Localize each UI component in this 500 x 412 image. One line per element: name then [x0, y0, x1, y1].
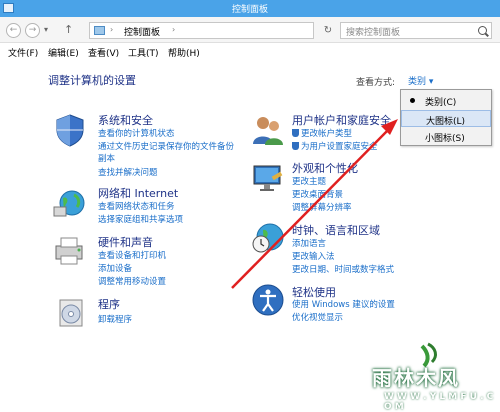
- back-arrow-icon[interactable]: ←: [6, 23, 21, 38]
- page-title: 调整计算机的设置: [48, 74, 136, 87]
- breadcrumb-separator-icon[interactable]: ›: [172, 25, 175, 34]
- up-arrow-icon[interactable]: ↑: [64, 23, 73, 36]
- link-add-device[interactable]: 添加设备: [98, 262, 132, 274]
- category-clock-language-region-title[interactable]: 时钟、语言和区域: [292, 222, 380, 238]
- view-by-label: 查看方式:: [356, 78, 396, 88]
- dropdown-item-large-icons[interactable]: 大图标(L): [401, 110, 491, 127]
- refresh-icon[interactable]: ↻: [320, 23, 336, 38]
- view-by-select[interactable]: 类别 ▾: [408, 74, 433, 87]
- watermark-logo: 雨林木风 W W W . Y L M F U . C O M: [362, 342, 496, 412]
- link-devices-printers[interactable]: 查看设备和打印机: [98, 249, 166, 261]
- forward-arrow-icon[interactable]: →: [25, 23, 40, 38]
- search-icon[interactable]: [478, 26, 487, 35]
- link-troubleshoot[interactable]: 查找并解决问题: [98, 166, 158, 178]
- menu-edit[interactable]: 编辑(E): [48, 46, 79, 59]
- dropdown-item-small-icons[interactable]: 小图标(S): [401, 128, 491, 145]
- menu-help[interactable]: 帮助(H): [168, 46, 200, 59]
- menu-view[interactable]: 查看(V): [88, 46, 119, 59]
- title-bar: 控制面板: [0, 0, 500, 17]
- selected-bullet-icon: [410, 98, 415, 103]
- view-by-dropdown: 类别(C) 大图标(L) 小图标(S): [400, 89, 492, 146]
- menu-bar: 文件(F) 编辑(E) 查看(V) 工具(T) 帮助(H): [0, 44, 500, 60]
- category-user-accounts-title[interactable]: 用户帐户和家庭安全: [292, 112, 391, 128]
- watermark-text: 雨林木风: [372, 366, 460, 390]
- uac-shield-icon: [292, 142, 299, 150]
- link-change-account-type[interactable]: 更改帐户类型: [292, 127, 352, 139]
- category-appearance-title[interactable]: 外观和个性化: [292, 160, 358, 176]
- link-screen-resolution[interactable]: 调整屏幕分辨率: [292, 201, 352, 213]
- breadcrumb-control-panel[interactable]: 控制面板: [124, 25, 160, 38]
- folder-icon: [94, 26, 105, 35]
- link-add-language[interactable]: 添加语言: [292, 237, 326, 249]
- recent-locations-chevron-icon[interactable]: ▾: [44, 25, 48, 34]
- link-view-computer-status[interactable]: 查看你的计算机状态: [98, 127, 175, 139]
- category-system-security-title[interactable]: 系统和安全: [98, 112, 153, 128]
- menu-file[interactable]: 文件(F): [8, 46, 38, 59]
- category-programs-title[interactable]: 程序: [98, 296, 120, 312]
- link-change-desktop-background[interactable]: 更改桌面背景: [292, 188, 343, 200]
- link-mobility-settings[interactable]: 调整常用移动设置: [98, 275, 166, 287]
- link-family-safety[interactable]: 为用户设置家庭安全: [292, 140, 378, 152]
- link-date-time-format[interactable]: 更改日期、时间或数字格式: [292, 263, 394, 275]
- category-hardware-sound-title[interactable]: 硬件和声音: [98, 234, 153, 250]
- breadcrumb-separator-icon[interactable]: ›: [110, 25, 113, 34]
- link-homegroup-sharing[interactable]: 选择家庭组和共享选项: [98, 213, 183, 225]
- link-uninstall-program[interactable]: 卸载程序: [98, 313, 132, 325]
- address-field[interactable]: › 控制面板 › ▾: [89, 22, 392, 39]
- address-bar-row: ← → ▾ ↑ › 控制面板 › ▾ ↻ 搜索控制面板: [0, 17, 500, 43]
- link-file-history-backup[interactable]: 通过文件历史记录保存你的文件备份: [98, 140, 234, 152]
- ease-of-access-icon[interactable]: [250, 282, 286, 318]
- network-globe-icon[interactable]: [52, 185, 88, 221]
- menu-tools[interactable]: 工具(T): [128, 46, 159, 59]
- watermark-url: W W W . Y L M F U . C O M: [384, 392, 494, 412]
- link-recommended-settings[interactable]: 使用 Windows 建议的设置: [292, 298, 395, 310]
- link-network-status[interactable]: 查看网络状态和任务: [98, 200, 175, 212]
- link-change-theme[interactable]: 更改主题: [292, 175, 326, 187]
- clock-globe-icon[interactable]: [250, 220, 286, 256]
- search-placeholder: 搜索控制面板: [346, 28, 401, 38]
- window-title: 控制面板: [231, 5, 268, 15]
- appearance-monitor-icon[interactable]: [250, 160, 286, 196]
- category-network-internet-title[interactable]: 网络和 Internet: [98, 185, 178, 201]
- shield-icon[interactable]: [52, 112, 88, 148]
- programs-disc-icon[interactable]: [54, 294, 90, 330]
- link-backup-copy[interactable]: 副本: [98, 152, 115, 164]
- dropdown-item-category[interactable]: 类别(C): [401, 92, 491, 109]
- printer-icon[interactable]: [52, 232, 88, 268]
- link-change-input-method[interactable]: 更改输入法: [292, 250, 335, 262]
- uac-shield-icon: [292, 129, 299, 137]
- search-input[interactable]: 搜索控制面板: [340, 22, 492, 39]
- link-optimize-visual-display[interactable]: 优化视觉显示: [292, 311, 343, 323]
- users-icon[interactable]: [250, 112, 286, 148]
